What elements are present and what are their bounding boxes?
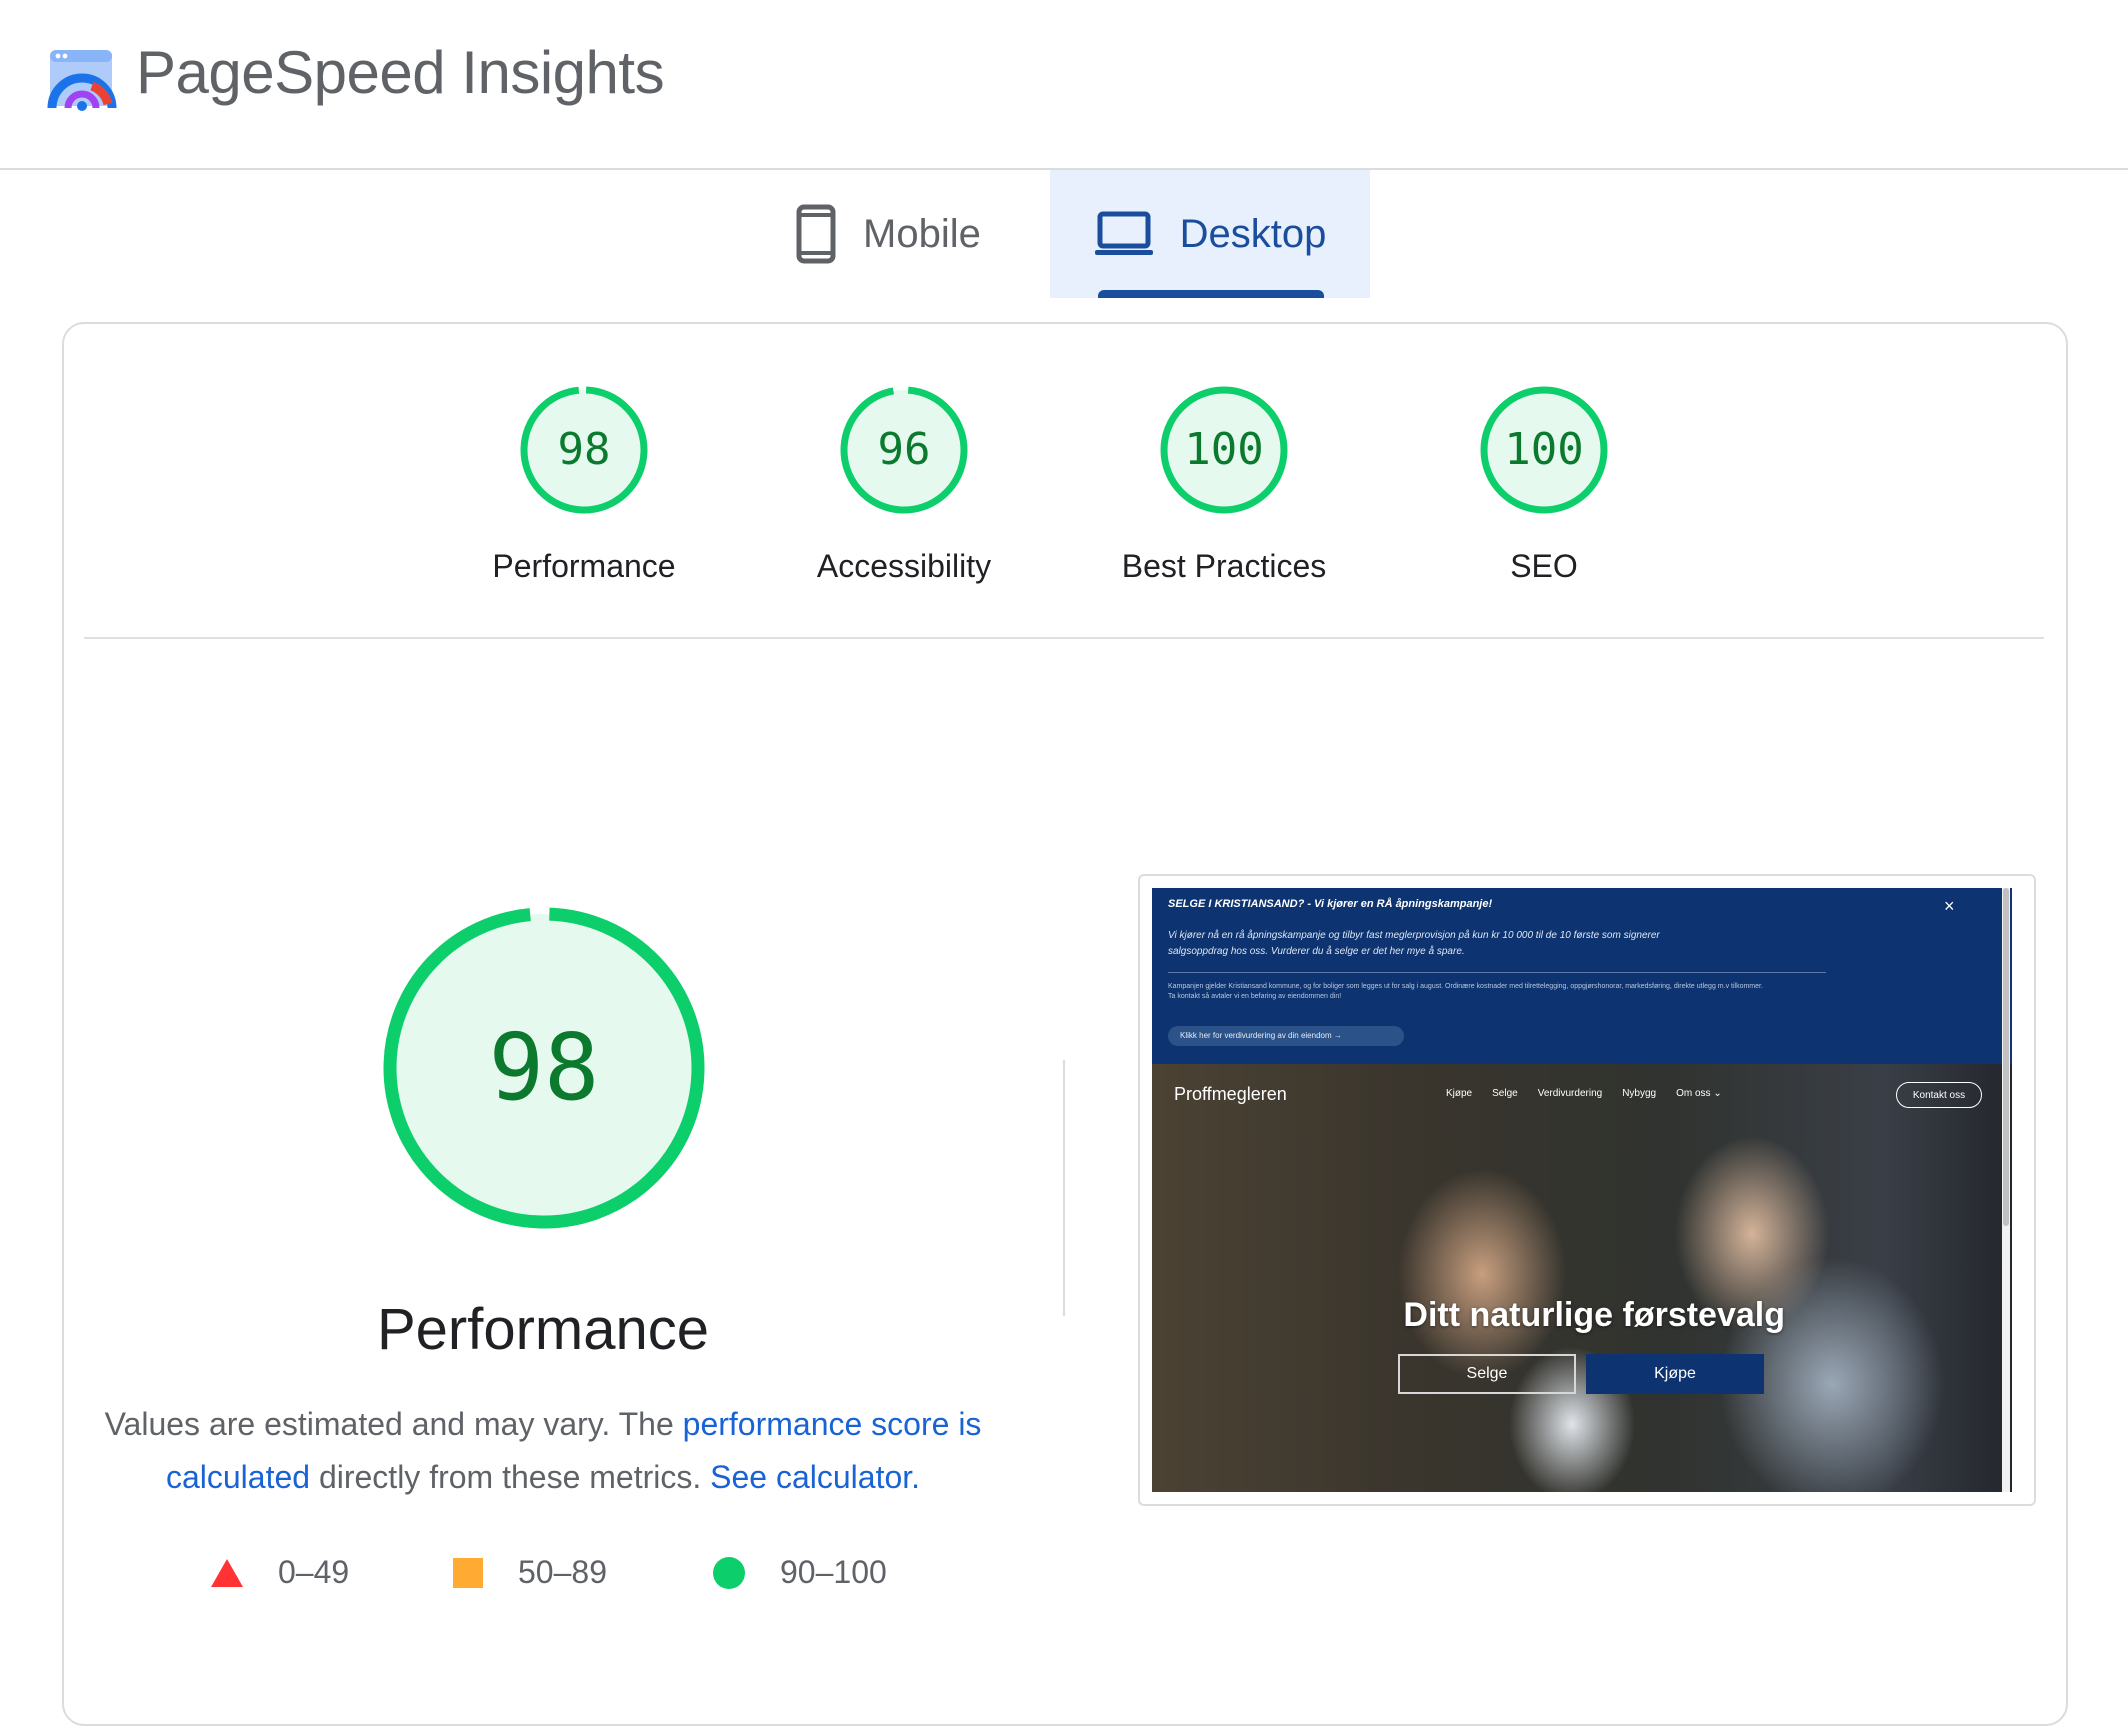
selected-tab-indicator	[1098, 290, 1324, 298]
hero-buy-button: Kjøpe	[1586, 1354, 1764, 1394]
circle-icon	[712, 1556, 746, 1590]
banner-text: Vi kjører nå en rå åpningskampanje og ti…	[1168, 930, 1660, 957]
hero-headline: Ditt naturlige førstevalg	[1403, 1296, 1785, 1334]
label-performance[interactable]: Performance	[434, 548, 734, 585]
triangle-icon	[210, 1558, 244, 1588]
score-best-practices: 100	[1184, 424, 1264, 475]
site-nav-item: Verdivurdering	[1537, 1088, 1603, 1099]
score-performance: 98	[557, 424, 611, 475]
scrollbar-thumb	[2003, 888, 2009, 1226]
legend-fail: 0–49	[210, 1554, 349, 1591]
performance-description: Values are estimated and may vary. The p…	[90, 1398, 996, 1504]
banner-divider	[1168, 972, 1826, 973]
hero-sell-button: Selge	[1398, 1354, 1576, 1394]
label-seo[interactable]: SEO	[1394, 548, 1694, 585]
preview-scrollbar	[2002, 888, 2010, 1492]
app-title: PageSpeed Insights	[136, 39, 665, 106]
banner-title: SELGE I KRISTIANSAND? - Vi kjører en RÅ …	[1168, 898, 1493, 910]
label-accessibility[interactable]: Accessibility	[754, 548, 1054, 585]
banner-button: Klikk her for verdivurdering av din eien…	[1168, 1026, 1404, 1046]
gauge-seo[interactable]: 100	[1478, 384, 1610, 516]
phone-icon	[795, 204, 837, 264]
site-nav-item: Om oss ⌄	[1676, 1088, 1722, 1099]
app-header: PageSpeed Insights	[0, 0, 2128, 170]
performance-score-large: 98	[488, 1014, 600, 1121]
performance-heading: Performance	[376, 1297, 710, 1362]
tab-mobile[interactable]: Mobile	[795, 170, 1050, 298]
square-icon	[452, 1557, 484, 1589]
tab-desktop-label: Desktop	[1179, 211, 1327, 256]
legend-pass: 90–100	[712, 1554, 887, 1591]
gauge-performance-large: 98	[380, 904, 708, 1232]
label-best-practices[interactable]: Best Practices	[1074, 548, 1374, 585]
pagespeed-logo-icon	[47, 50, 117, 111]
banner-fineprint: Kampanjen gjelder Kristiansand kommune, …	[1168, 983, 1763, 1000]
site-nav-item: Selge	[1492, 1088, 1518, 1099]
site-nav-item: Nybygg	[1622, 1088, 1657, 1099]
tab-desktop[interactable]: Desktop	[1050, 170, 1370, 298]
site-nav: Kjøpe Selge Verdivurdering Nybygg Om oss…	[1446, 1088, 1722, 1099]
see-calculator-link[interactable]: See calculator.	[710, 1459, 920, 1495]
site-brand: Proffmegleren	[1174, 1084, 1287, 1104]
desc-text-1: Values are estimated and may vary. The	[104, 1406, 683, 1442]
desc-text-2: directly from these metrics.	[310, 1459, 711, 1495]
hero-image: Proffmegleren Kjøpe Selge Verdivurdering…	[1152, 1064, 2012, 1492]
gauge-performance[interactable]: 98	[518, 384, 650, 516]
laptop-icon	[1094, 210, 1154, 258]
site-nav-item: Kjøpe	[1446, 1088, 1473, 1099]
legend-pass-label: 90–100	[780, 1554, 887, 1590]
gauge-accessibility[interactable]: 96	[838, 384, 970, 516]
section-divider	[84, 637, 2044, 639]
legend-fail-label: 0–49	[278, 1554, 350, 1590]
screenshot-viewport: SELGE I KRISTIANSAND? - Vi kjører en RÅ …	[1152, 888, 2012, 1492]
tab-mobile-label: Mobile	[863, 211, 981, 256]
close-icon: ×	[1944, 896, 1955, 916]
legend-average: 50–89	[452, 1554, 607, 1591]
score-seo: 100	[1504, 424, 1584, 475]
vertical-divider	[1063, 1060, 1065, 1316]
legend-average-label: 50–89	[518, 1554, 607, 1590]
page-screenshot: SELGE I KRISTIANSAND? - Vi kjører en RÅ …	[1138, 874, 2036, 1506]
site-contact-button: Kontakt oss	[1896, 1082, 1982, 1108]
score-accessibility: 96	[877, 424, 931, 475]
gauge-best-practices[interactable]: 100	[1158, 384, 1290, 516]
campaign-banner: SELGE I KRISTIANSAND? - Vi kjører en RÅ …	[1152, 888, 2012, 1064]
